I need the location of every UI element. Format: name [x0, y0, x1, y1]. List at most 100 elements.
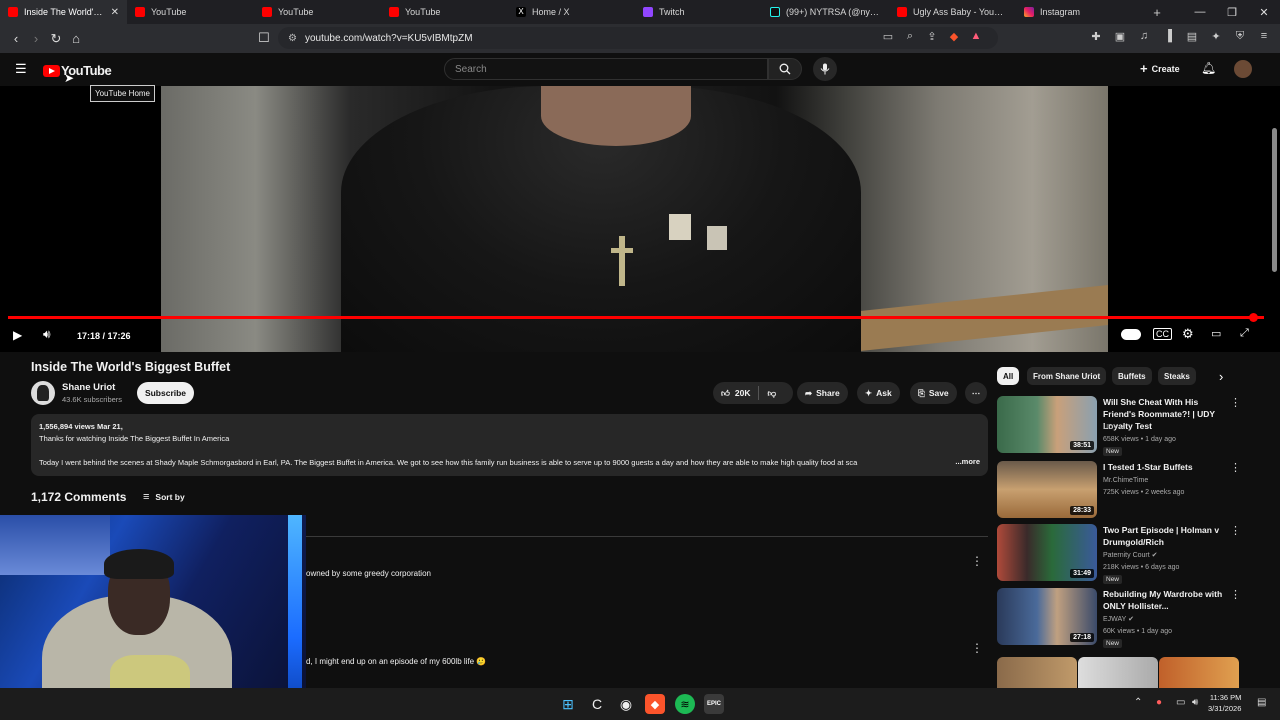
search-button[interactable]	[768, 58, 802, 80]
leo-ai-icon[interactable]: ✦	[1208, 28, 1224, 44]
restore-icon[interactable]: ❐	[1216, 0, 1248, 24]
browser-tab-8[interactable]: Instagram	[1016, 0, 1143, 24]
comment-menu-icon[interactable]: ⋮	[971, 554, 983, 568]
screenshot-icon[interactable]: ▣	[1112, 28, 1128, 44]
reload-icon[interactable]: ↻	[46, 29, 66, 49]
vpn-icon[interactable]: ⛨	[1232, 28, 1248, 44]
autoplay-toggle[interactable]	[1121, 329, 1141, 340]
site-info-icon[interactable]: ⚙	[288, 33, 297, 44]
volume-icon[interactable]: 🔊︎	[43, 327, 51, 342]
share-page-icon[interactable]: ⇪	[924, 28, 940, 44]
chip-steaks[interactable]: Steaks	[1158, 367, 1196, 385]
description-box[interactable]: 1,556,894 views Mar 21, Thanks for watch…	[31, 414, 988, 476]
windows-start-icon[interactable]: ⊞	[558, 694, 578, 714]
back-icon[interactable]: ‹	[6, 29, 26, 49]
channel-avatar[interactable]	[31, 381, 55, 405]
tray-overflow-icon[interactable]: ⌃	[1134, 697, 1142, 708]
notifications-bell-icon[interactable]: 🔔︎	[1201, 61, 1216, 75]
chip-from-channel[interactable]: From Shane Uriot	[1027, 367, 1107, 385]
brave-rewards-icon[interactable]: ▲	[968, 28, 984, 44]
chevron-right-icon[interactable]: ›	[1219, 369, 1223, 384]
browser-tab-3[interactable]: YouTube	[381, 0, 508, 24]
share-button[interactable]: ➦ Share	[797, 382, 848, 404]
sidebar-icon[interactable]: ▐	[1160, 28, 1176, 44]
video-thumbnail[interactable]	[997, 657, 1077, 688]
sort-by-button[interactable]: ≡ Sort by	[143, 491, 185, 503]
video-thumbnail[interactable]: 27:18	[997, 588, 1097, 645]
rec-channel[interactable]: EJWAY ✔	[1103, 614, 1134, 626]
play-icon[interactable]: ▶	[13, 328, 22, 342]
scrubber-handle[interactable]	[1249, 313, 1258, 322]
zoom-icon[interactable]: ⌕	[902, 28, 918, 44]
captions-icon[interactable]: CC	[1153, 328, 1172, 340]
minimize-icon[interactable]: —	[1184, 0, 1216, 24]
browser-tab-1[interactable]: YouTube	[127, 0, 254, 24]
home-icon[interactable]: ⌂	[66, 29, 86, 49]
chip-buffets[interactable]: Buffets	[1112, 367, 1152, 385]
rec-channel[interactable]: Paternity Court ✔	[1103, 550, 1158, 562]
recommendation-item[interactable]: 38:51 Will She Cheat With His Friend's R…	[997, 396, 1245, 456]
brave-browser-icon[interactable]: ◆	[645, 694, 665, 714]
close-tab-icon[interactable]: ✕	[111, 7, 119, 18]
browser-tab-7[interactable]: Ugly Ass Baby - YouTube	[889, 0, 1016, 24]
youtube-logo[interactable]: YouTube	[43, 63, 112, 78]
rec-title[interactable]: Rebuilding My Wardrobe with ONLY Hollist…	[1103, 588, 1233, 612]
video-thumbnail[interactable]	[1078, 657, 1158, 688]
extensions-icon[interactable]: ✚	[1088, 28, 1104, 44]
channel-name[interactable]: Shane Uriot	[62, 382, 115, 393]
video-thumbnail[interactable]: 28:33	[997, 461, 1097, 518]
rec-menu-icon[interactable]: ⋮	[1230, 396, 1241, 409]
close-window-icon[interactable]: ✕	[1248, 0, 1280, 24]
fullscreen-icon[interactable]: ⤢	[1240, 327, 1249, 340]
wallet-icon[interactable]: ▤	[1184, 28, 1200, 44]
microphone-tray-icon[interactable]: ●	[1156, 697, 1162, 708]
obs-icon[interactable]: ◉	[616, 694, 636, 714]
account-avatar[interactable]	[1234, 60, 1252, 78]
taskbar-clock[interactable]: 11:36 PM 3/31/2026	[1208, 692, 1241, 714]
video-thumbnail[interactable]: 38:51	[997, 396, 1097, 453]
browser-tab-6[interactable]: (99+) NYTRSA (@nytrsa) |	[762, 0, 889, 24]
page-scrollbar[interactable]	[1272, 128, 1277, 272]
browser-tab-4[interactable]: X Home / X	[508, 0, 635, 24]
chip-all[interactable]: All	[997, 367, 1020, 385]
epic-games-icon[interactable]: EPIC	[704, 694, 724, 714]
create-button[interactable]: + Create	[1140, 61, 1180, 76]
recommendation-item[interactable]: 28:33 I Tested 1-Star Buffets Mr.ChimeTi…	[997, 461, 1245, 519]
bookmark-icon[interactable]: ☐	[254, 28, 274, 48]
notification-center-icon[interactable]: ▤	[1257, 697, 1266, 708]
new-tab-button[interactable]: +	[1143, 0, 1171, 24]
rec-channel[interactable]: Mr.ChimeTime	[1103, 475, 1148, 487]
hamburger-menu-icon[interactable]: ☰	[15, 61, 27, 77]
rec-menu-icon[interactable]: ⋮	[1230, 461, 1241, 474]
brave-shield-icon[interactable]: ◆	[946, 28, 962, 44]
cast-icon[interactable]: ▭	[880, 28, 896, 44]
rec-menu-icon[interactable]: ⋮	[1230, 588, 1241, 601]
rec-title[interactable]: I Tested 1-Star Buffets	[1103, 461, 1233, 473]
miniplayer-icon[interactable]: ▭	[1211, 327, 1221, 340]
video-player[interactable]: ▶ 🔊︎ 17:18 / 17:26 CC ⚙ ▭ ⤢	[0, 86, 1280, 352]
browser-tab-0[interactable]: Inside The World's Big ✕	[0, 0, 127, 24]
more-actions-button[interactable]: ⋯	[965, 382, 987, 404]
rec-title[interactable]: Two Part Episode | Holman v Drumgold/Ric…	[1103, 524, 1233, 548]
thumbs-down-icon[interactable]: 👎︎	[767, 388, 776, 399]
volume-tray-icon[interactable]: 🔊︎	[1192, 697, 1198, 708]
save-button[interactable]: ⎘ Save	[910, 382, 957, 404]
video-thumbnail[interactable]: 31:49	[997, 524, 1097, 581]
ask-button[interactable]: ✦ Ask	[857, 382, 900, 404]
video-thumbnail[interactable]	[1159, 657, 1239, 688]
rec-channel[interactable]: UDY ✔	[1103, 422, 1125, 434]
media-icon[interactable]: ♫	[1136, 28, 1152, 44]
voice-search-button[interactable]	[813, 57, 837, 81]
settings-gear-icon[interactable]: ⚙	[1182, 326, 1194, 342]
progress-bar[interactable]	[8, 316, 1264, 319]
like-button[interactable]: 👍︎ 20K	[721, 388, 750, 399]
menu-icon[interactable]: ≡	[1256, 28, 1272, 44]
subscribe-button[interactable]: Subscribe	[137, 382, 194, 404]
rec-menu-icon[interactable]: ⋮	[1230, 524, 1241, 537]
recommendation-item[interactable]: 27:18 Rebuilding My Wardrobe with ONLY H…	[997, 588, 1245, 648]
spotify-icon[interactable]: ≋	[675, 694, 695, 714]
network-icon[interactable]: ▭	[1176, 697, 1185, 708]
recommendation-item[interactable]: 31:49 Two Part Episode | Holman v Drumgo…	[997, 524, 1245, 584]
comment-menu-icon[interactable]: ⋮	[971, 641, 983, 655]
search-input[interactable]: Search	[444, 58, 768, 80]
